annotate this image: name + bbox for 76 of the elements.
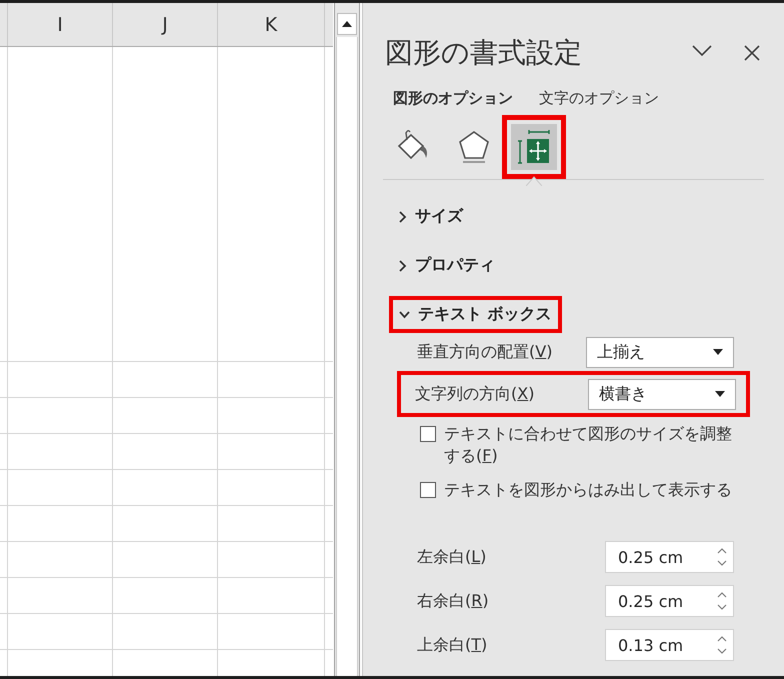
spreadsheet-cell[interactable] <box>113 398 218 434</box>
pentagon-icon <box>457 129 491 165</box>
icon-tab[interactable] <box>511 124 557 170</box>
spin-field[interactable]: 0.13 cm <box>605 629 734 661</box>
column-header[interactable]: I <box>8 3 113 46</box>
dropdown-arrow-icon <box>715 391 725 397</box>
section-header[interactable]: プロパティ <box>397 251 501 280</box>
spreadsheet-cell[interactable] <box>8 434 113 470</box>
column-header[interactable]: K <box>218 3 325 46</box>
chevron-down-icon <box>692 45 712 57</box>
field-label: 左余白(L) <box>417 546 486 568</box>
dropdown[interactable]: 上揃え <box>586 336 734 368</box>
field-label: 上余白(T) <box>417 634 488 656</box>
spreadsheet-cell[interactable] <box>0 506 8 542</box>
options-tab[interactable]: 図形のオプション <box>393 89 513 108</box>
field-label: 垂直方向の配置(V) <box>417 342 552 362</box>
checkbox[interactable] <box>420 482 436 498</box>
spin-field[interactable]: 0.25 cm <box>605 541 734 573</box>
vertical-scrollbar[interactable] <box>334 3 360 676</box>
spreadsheet-cell[interactable] <box>8 578 113 614</box>
spreadsheet-cell[interactable] <box>218 578 325 614</box>
spreadsheet-cell[interactable] <box>8 362 113 398</box>
caret-right-icon <box>399 260 407 272</box>
spreadsheet-cell[interactable] <box>113 470 218 506</box>
spreadsheet-cell[interactable] <box>0 362 8 398</box>
spreadsheet-cell[interactable] <box>0 470 8 506</box>
spreadsheet-cell[interactable] <box>8 614 113 650</box>
scroll-up-button[interactable] <box>337 13 357 35</box>
spreadsheet-cell[interactable] <box>8 542 113 578</box>
spreadsheet-cell[interactable] <box>113 47 218 362</box>
spreadsheet-cell[interactable] <box>0 542 8 578</box>
spreadsheet-cell[interactable] <box>218 398 325 434</box>
section-header[interactable]: サイズ <box>397 202 469 231</box>
spreadsheet-cell[interactable] <box>113 542 218 578</box>
checkbox-label[interactable]: テキストに合わせて図形のサイズを調整する(F) <box>444 423 734 467</box>
section-header[interactable]: テキスト ボックス <box>393 300 558 329</box>
text-box-layout-icon <box>516 129 552 165</box>
spreadsheet-cell[interactable] <box>218 506 325 542</box>
checkbox[interactable] <box>420 426 436 442</box>
spreadsheet-cell[interactable] <box>113 362 218 398</box>
up-arrow-icon <box>342 21 352 27</box>
spin-arrows-icon[interactable] <box>717 634 727 656</box>
spreadsheet-cell[interactable] <box>218 434 325 470</box>
spreadsheet-cell[interactable] <box>113 434 218 470</box>
pane-title: 図形の書式設定 <box>385 35 582 71</box>
checkbox-label[interactable]: テキストを図形からはみ出して表示する <box>444 479 734 501</box>
dropdown-arrow-icon <box>713 349 723 355</box>
spreadsheet-cell[interactable] <box>218 362 325 398</box>
close-button[interactable] <box>742 43 762 63</box>
spreadsheet-cell[interactable] <box>0 434 8 470</box>
field-label: 文字列の方向(X) <box>415 384 534 404</box>
spin-arrows-icon[interactable] <box>717 546 727 568</box>
close-icon <box>744 45 760 61</box>
spreadsheet-cell[interactable] <box>8 398 113 434</box>
field-label: 右余白(R) <box>417 590 489 612</box>
spreadsheet-cell[interactable] <box>0 398 8 434</box>
spreadsheet-cell[interactable] <box>113 506 218 542</box>
options-tab[interactable]: 文字のオプション <box>539 89 659 108</box>
column-header[interactable]: J <box>113 3 218 46</box>
spreadsheet-cell[interactable] <box>218 614 325 650</box>
spin-field[interactable]: 0.25 cm <box>605 585 734 617</box>
spreadsheet-cell[interactable] <box>218 542 325 578</box>
spreadsheet-cell[interactable] <box>218 470 325 506</box>
spreadsheet-cell[interactable] <box>8 470 113 506</box>
caret-down-icon <box>399 310 410 318</box>
spreadsheet-cell[interactable] <box>218 47 325 362</box>
spreadsheet-cell[interactable] <box>113 578 218 614</box>
spreadsheet-cell[interactable] <box>0 614 8 650</box>
caret-right-icon <box>399 210 407 222</box>
spreadsheet-cell[interactable] <box>8 47 113 362</box>
spreadsheet-cell[interactable] <box>0 47 8 362</box>
dropdown[interactable]: 横書き <box>588 378 736 410</box>
spreadsheet-cell[interactable] <box>113 614 218 650</box>
spreadsheet-cell[interactable] <box>0 578 8 614</box>
spreadsheet-cell[interactable] <box>8 506 113 542</box>
spin-arrows-icon[interactable] <box>717 590 727 612</box>
